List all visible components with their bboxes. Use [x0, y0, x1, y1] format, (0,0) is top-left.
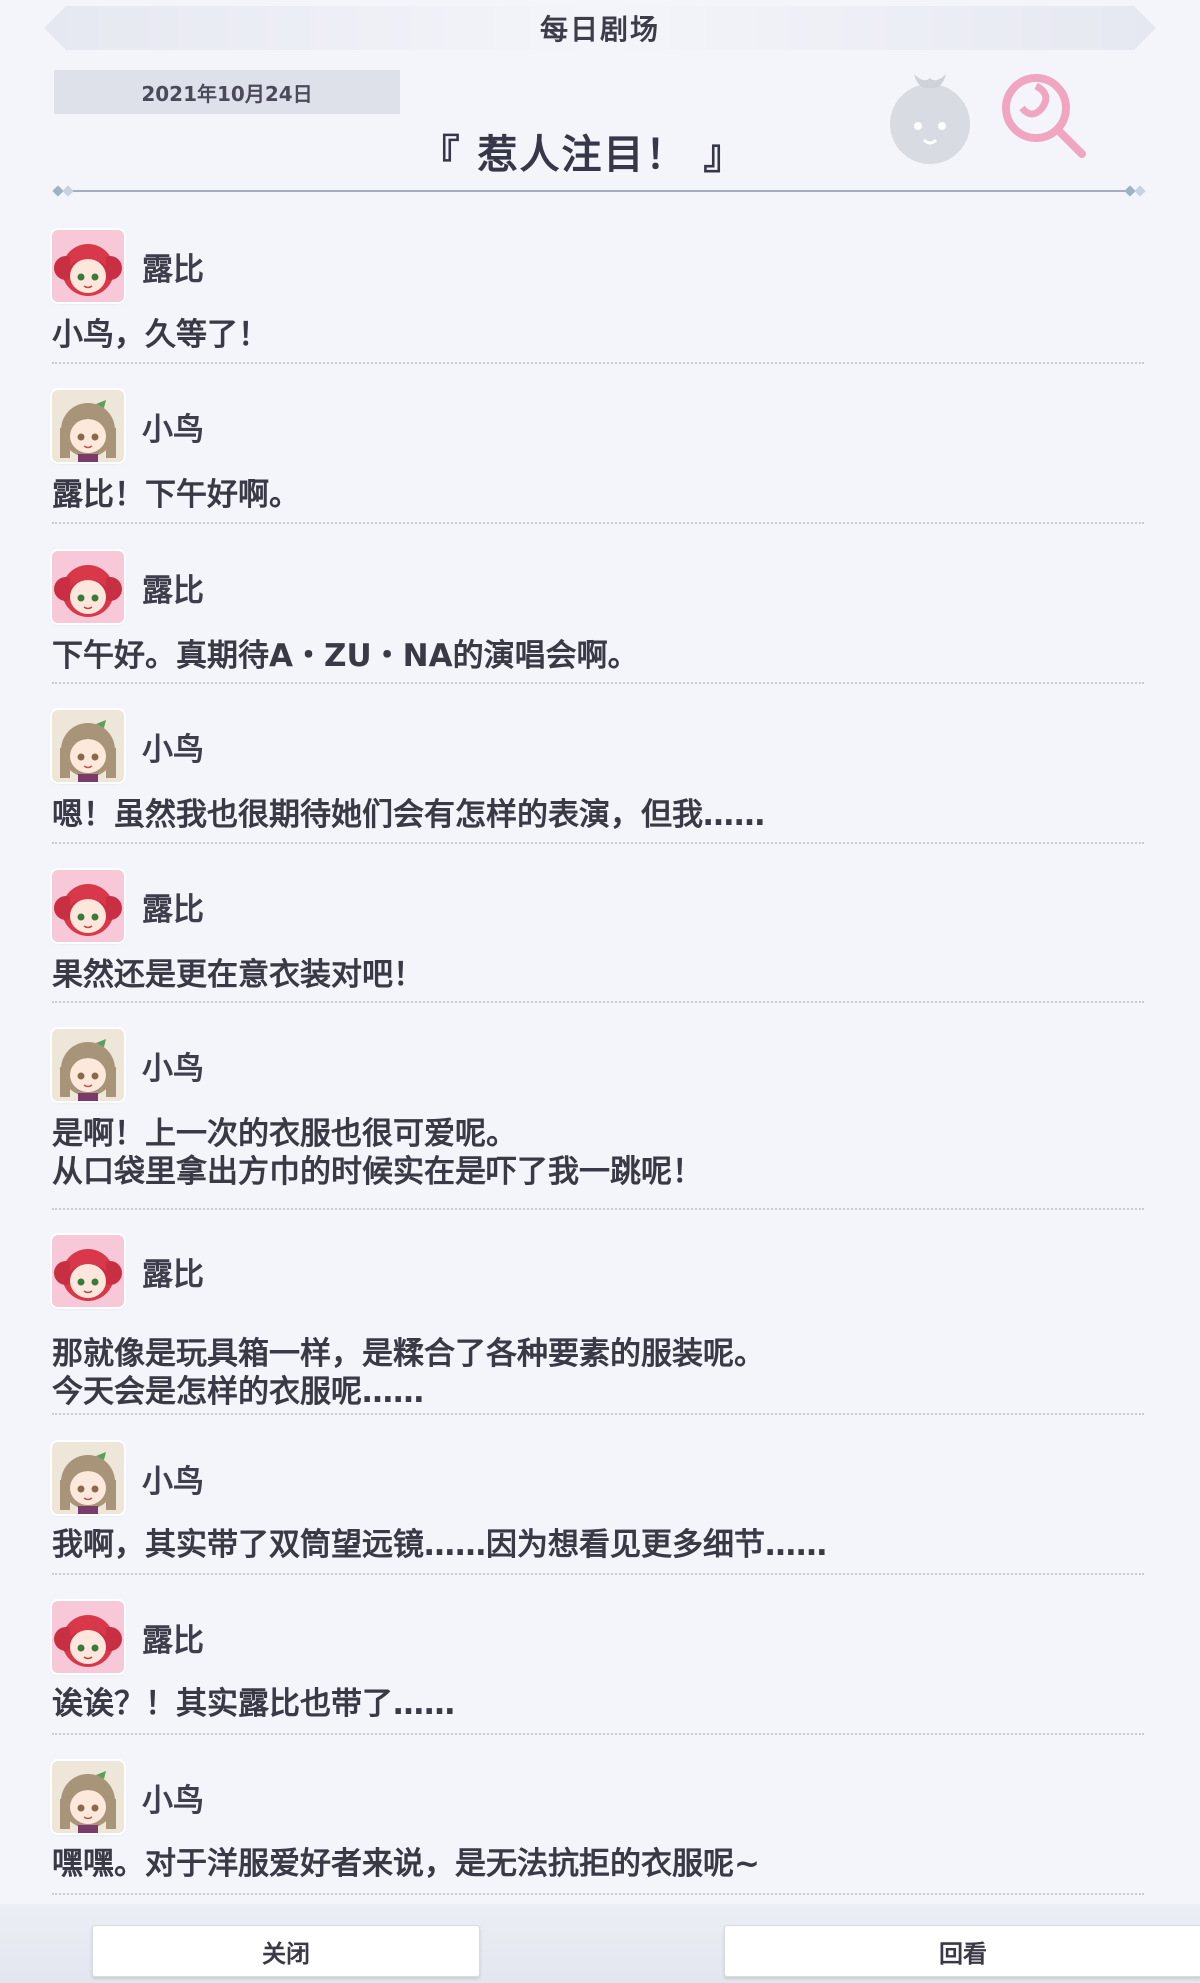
avatar	[52, 870, 124, 942]
footer-bar: 关闭 回看	[0, 1904, 1200, 1983]
avatar	[52, 1761, 124, 1833]
speaker-row: 小鸟	[52, 1029, 204, 1101]
speaker-row: 露比	[52, 1235, 204, 1307]
speaker-name: 露比	[142, 251, 204, 288]
avatar	[52, 1235, 124, 1307]
dialogue-line: 嗯！虽然我也很期待她们会有怎样的表演，但我……	[52, 797, 765, 833]
speaker-name: 小鸟	[142, 1463, 204, 1500]
dialogue-line: 从口袋里拿出方巾的时候实在是吓了我一跳呢！	[52, 1154, 703, 1190]
dialogue-line: 诶诶？！其实露比也带了……	[52, 1686, 455, 1722]
dialogue-line: 小鸟，久等了！	[52, 317, 269, 353]
dialogue-line: 果然还是更在意衣装对吧！	[52, 957, 424, 993]
replay-button[interactable]: 回看	[724, 1925, 1200, 1977]
speaker-name: 小鸟	[142, 1782, 204, 1819]
speaker-row: 小鸟	[52, 710, 204, 782]
avatar	[52, 710, 124, 782]
ruby-avatar-icon	[52, 551, 124, 623]
dialogue-line: 我啊，其实带了双筒望远镜……因为想看见更多细节……	[52, 1527, 827, 1563]
kotori-avatar-icon	[52, 1442, 124, 1514]
kotori-avatar-icon	[52, 390, 124, 462]
ruby-avatar-icon	[52, 1601, 124, 1673]
ruby-avatar-icon	[52, 230, 124, 302]
speaker-name: 露比	[142, 572, 204, 609]
avatar	[52, 551, 124, 623]
speaker-name: 露比	[142, 1622, 204, 1659]
speaker-row: 小鸟	[52, 1442, 204, 1514]
close-button[interactable]: 关闭	[92, 1925, 480, 1977]
avatar	[52, 1601, 124, 1673]
dialogue-line: 是啊！上一次的衣服也很可爱呢。	[52, 1116, 517, 1152]
dialogue-separator	[52, 1733, 1144, 1735]
dialogue-line: 嘿嘿。对于洋服爱好者来说，是无法抗拒的衣服呢~	[52, 1846, 760, 1882]
dialogue-separator	[52, 1893, 1144, 1895]
speaker-row: 小鸟	[52, 1761, 204, 1833]
speaker-row: 露比	[52, 870, 204, 942]
speaker-row: 小鸟	[52, 390, 204, 462]
speaker-name: 露比	[142, 891, 204, 928]
dialogue-line: 露比！下午好啊。	[52, 477, 300, 513]
kotori-avatar-icon	[52, 1029, 124, 1101]
dialogue-separator	[52, 682, 1144, 684]
speaker-row: 露比	[52, 230, 204, 302]
speaker-name: 小鸟	[142, 411, 204, 448]
speaker-row: 露比	[52, 551, 204, 623]
avatar	[52, 390, 124, 462]
dialogue-separator	[52, 1413, 1144, 1415]
dialogue-separator	[52, 1208, 1144, 1210]
ruby-avatar-icon	[52, 870, 124, 942]
avatar	[52, 1029, 124, 1101]
dialogue-line: 下午好。真期待A・ZU・NA的演唱会啊。	[52, 638, 639, 674]
speaker-row: 露比	[52, 1601, 204, 1673]
speaker-name: 小鸟	[142, 731, 204, 768]
dialogue-line: 那就像是玩具箱一样，是糅合了各种要素的服装呢。	[52, 1336, 765, 1372]
dialogue-separator	[52, 362, 1144, 364]
speaker-name: 露比	[142, 1256, 204, 1293]
dialogue-line: 今天会是怎样的衣服呢……	[52, 1374, 424, 1410]
ruby-avatar-icon	[52, 1235, 124, 1307]
kotori-avatar-icon	[52, 710, 124, 782]
dialogue-separator	[52, 1001, 1144, 1003]
avatar	[52, 230, 124, 302]
dialogue-separator	[52, 842, 1144, 844]
dialogue-separator	[52, 522, 1144, 524]
dialogue-list: 露比 小鸟，久等了！ 小鸟 露比！下午好啊。 露比 下午好。真期待A・ZU・NA的演唱会啊…	[0, 0, 1200, 1900]
speaker-name: 小鸟	[142, 1050, 204, 1087]
kotori-avatar-icon	[52, 1761, 124, 1833]
avatar	[52, 1442, 124, 1514]
dialogue-separator	[52, 1573, 1144, 1575]
